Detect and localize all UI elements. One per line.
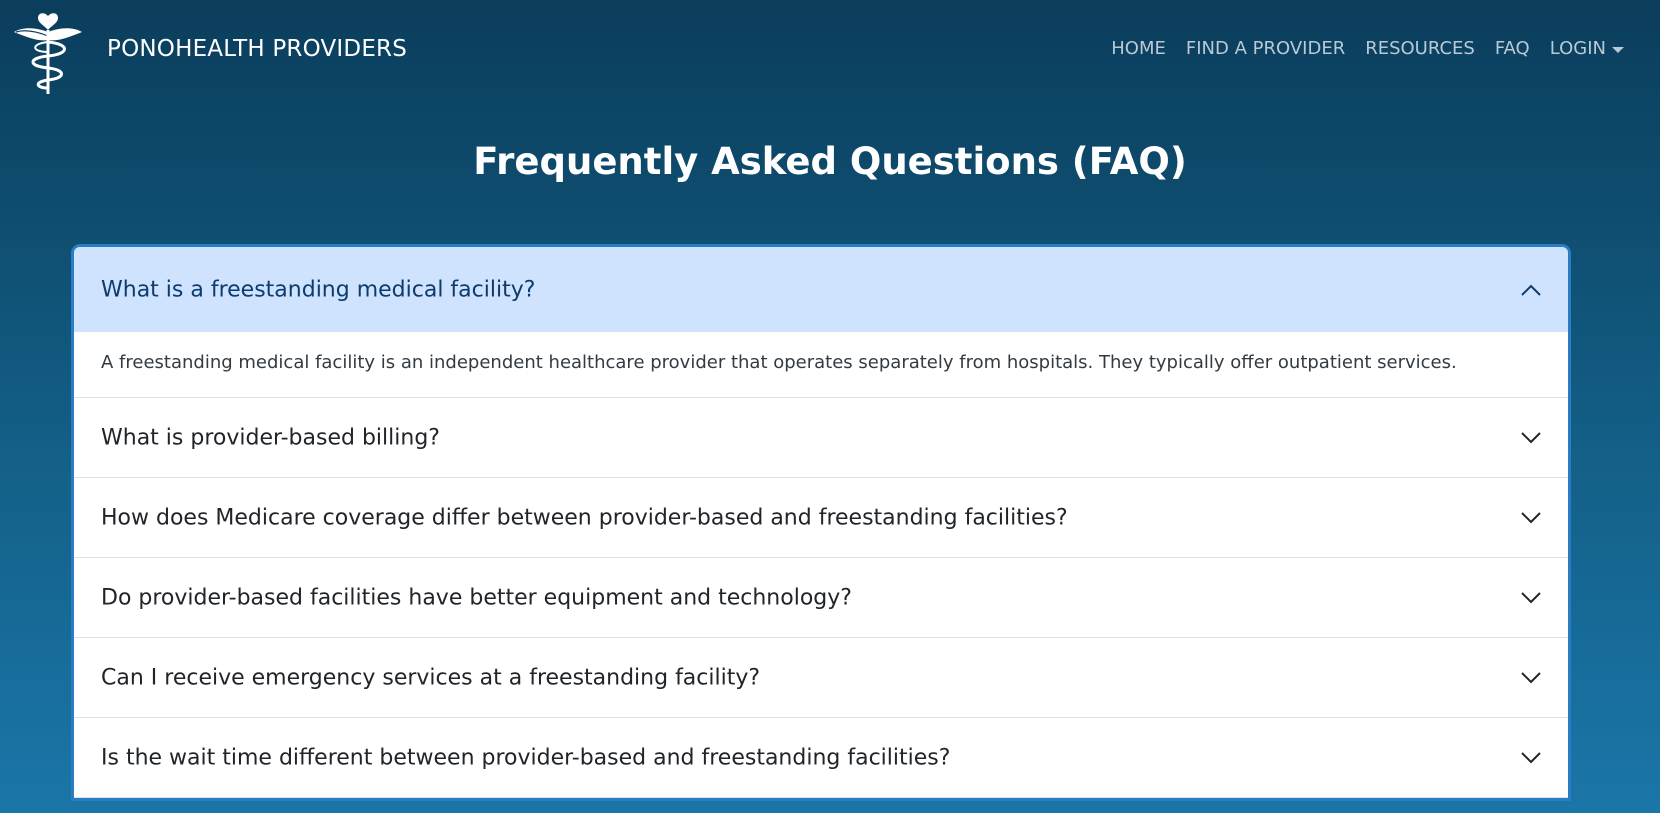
chevron-up-icon <box>1521 284 1541 296</box>
faq-question-text: How does Medicare coverage differ betwee… <box>101 505 1068 530</box>
faq-question-text: What is a freestanding medical facility? <box>101 277 536 302</box>
faq-question-1[interactable]: What is a freestanding medical facility? <box>74 247 1568 332</box>
chevron-down-icon <box>1521 671 1541 683</box>
nav-resources-link[interactable]: RESOURCES <box>1365 38 1475 59</box>
faq-question-text: Is the wait time different between provi… <box>101 745 951 770</box>
faq-question-text: Do provider-based facilities have better… <box>101 585 852 610</box>
brand-name[interactable]: PONOHEALTH PROVIDERS <box>107 36 407 62</box>
chevron-down-icon <box>1521 751 1541 763</box>
navbar: PONOHEALTH PROVIDERS HOME FIND A PROVIDE… <box>0 0 1660 102</box>
nav-find-provider-link[interactable]: FIND A PROVIDER <box>1186 38 1345 59</box>
faq-answer-1: A freestanding medical facility is an in… <box>74 332 1568 398</box>
faq-question-text: Can I receive emergency services at a fr… <box>101 665 761 690</box>
nav-faq-link[interactable]: FAQ <box>1495 38 1530 59</box>
faq-question-3[interactable]: How does Medicare coverage differ betwee… <box>74 478 1568 558</box>
chevron-down-icon <box>1521 511 1541 523</box>
faq-question-5[interactable]: Can I receive emergency services at a fr… <box>74 638 1568 718</box>
caret-down-icon <box>1612 46 1624 53</box>
faq-question-2[interactable]: What is provider-based billing? <box>74 398 1568 478</box>
nav-login-label: LOGIN <box>1549 38 1606 59</box>
faq-question-4[interactable]: Do provider-based facilities have better… <box>74 558 1568 638</box>
chevron-down-icon <box>1521 431 1541 443</box>
page-title: Frequently Asked Questions (FAQ) <box>473 140 1187 183</box>
faq-accordion: What is a freestanding medical facility?… <box>74 247 1568 798</box>
nav-home-link[interactable]: HOME <box>1111 38 1166 59</box>
faq-question-6[interactable]: Is the wait time different between provi… <box>74 718 1568 798</box>
caduceus-heart-icon[interactable] <box>12 2 84 96</box>
main-nav: HOME FIND A PROVIDER RESOURCES FAQ LOGIN <box>1111 38 1624 59</box>
faq-question-text: What is provider-based billing? <box>101 425 440 450</box>
faq-answer-text: A freestanding medical facility is an in… <box>101 352 1457 373</box>
chevron-down-icon <box>1521 591 1541 603</box>
nav-login-dropdown[interactable]: LOGIN <box>1550 38 1624 59</box>
